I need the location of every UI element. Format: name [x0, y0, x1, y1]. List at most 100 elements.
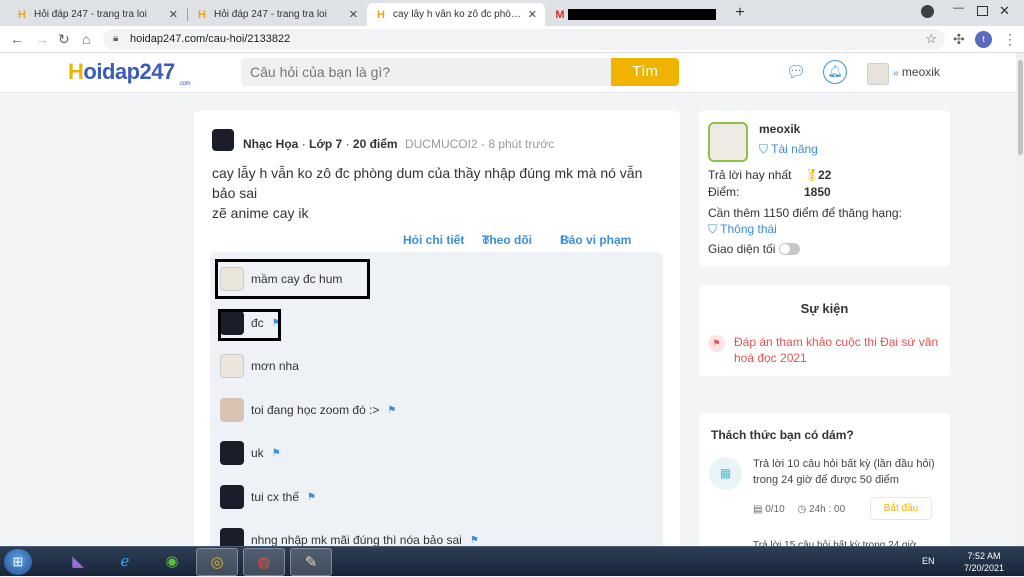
search-button[interactable]: Tìm [611, 58, 679, 86]
bell-icon[interactable]: 🔔︎ [823, 60, 847, 84]
profile-name[interactable]: meoxik [759, 122, 800, 136]
app-icon[interactable]: ◍ [243, 548, 285, 576]
redacted-bar [568, 9, 716, 20]
medal-icon: ⛉ [759, 142, 769, 156]
browser-tab[interactable]: H Hỏi đáp 247 - trang tra loi ✕ [188, 3, 366, 26]
paint-icon[interactable]: ✎ [290, 548, 332, 576]
report-flag-icon[interactable]: ⚑ [272, 448, 281, 459]
badge-icon: ⛉ [708, 222, 718, 236]
reload-icon[interactable]: ↻ [58, 31, 70, 48]
tab-title: cay lẫy h vẫn ko zô đc phòng dum [393, 9, 522, 20]
dark-mode-label: Giao diện tối [708, 242, 776, 256]
grid-icon: ▦ [709, 457, 742, 490]
event-card: Sự kiện ⚑ Đáp án tham khảo cuộc thi Đại … [699, 285, 950, 376]
language-indicator[interactable]: EN [922, 556, 935, 566]
question-meta: Nhạc Họa · Lớp 7 · 20 điểm DUCMUCOI2 - 8… [243, 137, 555, 151]
event-title: Sự kiện [800, 301, 849, 316]
lock-icon: 🔒︎ [113, 33, 119, 44]
back-arrow-icon[interactable]: ← [10, 31, 24, 47]
subject-link[interactable]: Nhạc Họa [243, 137, 298, 151]
browser-tab[interactable]: M [546, 3, 724, 26]
app-icon[interactable]: ◉ [151, 548, 193, 576]
chat-icon[interactable]: 💬︎ [786, 62, 806, 82]
windows-taskbar: ⊞ ◣ ℯ ◉ ◎ ◍ ✎ EN 7:52 AM 7/20/2021 [0, 546, 1024, 576]
close-tab-icon[interactable]: ✕ [169, 8, 178, 21]
best-answers-row: Trả lời hay nhất 🏅︎ 22 [708, 168, 832, 182]
challenge-meta: ▤ 0/10 ◷ 24h : 00 [753, 504, 846, 515]
medal-icon: 🏅︎ [804, 168, 820, 182]
scrollbar-thumb[interactable] [1018, 60, 1023, 155]
document-icon: ▤ [753, 504, 763, 515]
restore-icon[interactable] [977, 6, 988, 16]
window-close-icon[interactable]: ✕ [999, 3, 1010, 19]
clock-icon: ◷ [797, 504, 807, 515]
browser-toolbar: ← → ↻ ⌂ 🔒︎ hoidap247.com/cau-hoi/2133822… [0, 26, 1024, 53]
comment-text: tui cx thế [251, 490, 300, 504]
report-flag-icon[interactable]: ⚑ [387, 405, 396, 416]
challenge-text: Trả lời 10 câu hỏi bất kỳ (lần đầu hỏi) … [753, 458, 935, 486]
new-tab-plus-icon[interactable]: + [731, 4, 749, 22]
avatar[interactable] [220, 398, 244, 422]
avatar[interactable] [867, 63, 889, 85]
rank-badge: ⛉ Tài năng [759, 142, 818, 156]
tab-title: Hỏi đáp 247 - trang tra loi [34, 9, 147, 20]
windows-start-icon[interactable]: ⊞ [4, 549, 32, 575]
browser-menu-icon[interactable]: ⋮ [1003, 31, 1017, 48]
flag-icon: ⚑ [708, 335, 725, 352]
grade-link[interactable]: Lớp 7 [309, 137, 342, 151]
close-tab-icon[interactable]: ✕ [528, 8, 537, 21]
avatar[interactable] [212, 129, 234, 151]
comment-text: uk [251, 446, 264, 460]
profile-avatar[interactable]: t [975, 31, 992, 48]
close-tab-icon[interactable]: ✕ [349, 8, 358, 21]
start-challenge-button[interactable]: Bắt đầu [870, 497, 932, 520]
search-input[interactable] [241, 58, 611, 86]
comment-text: toi đang học zoom đó :> [251, 403, 380, 417]
site-header: Hoidap247.com Tìm 💬︎ 🔔︎ » meoxik [0, 53, 1024, 93]
question-text: cay lẫy h vẫn ko zô đc phòng dum của thầ… [212, 165, 643, 221]
tab-title: Hỏi đáp 247 - trang tra loi [214, 9, 327, 20]
post-time: 8 phút trước [488, 137, 555, 151]
gmail-favicon-icon: M [555, 8, 565, 21]
chevron-down-icon: » [893, 68, 899, 79]
home-icon[interactable]: ⌂ [82, 31, 90, 47]
comment-item: tui cx thế ⚑ [220, 484, 316, 510]
comment-item: toi đang học zoom đó :> ⚑ [220, 397, 396, 423]
tab-search-icon[interactable] [921, 5, 934, 18]
site-logo[interactable]: Hoidap247 .com [68, 59, 191, 87]
internet-explorer-icon[interactable]: ℯ [104, 548, 146, 576]
browser-tab[interactable]: H Hỏi đáp 247 - trang tra loi ✕ [8, 3, 186, 26]
hoidap-favicon-icon: H [18, 8, 26, 21]
chrome-icon[interactable]: ◎ [196, 548, 238, 576]
event-link[interactable]: Đáp án tham khảo cuộc thi Đại sứ văn hoá… [734, 334, 939, 366]
avatar[interactable] [220, 354, 244, 378]
comment-item: mơn nha [220, 353, 299, 379]
profile-card: meoxik ⛉ Tài năng Trả lời hay nhất 🏅︎ 22… [699, 111, 950, 266]
browser-tab-active[interactable]: H cay lẫy h vẫn ko zô đc phòng dum ✕ [367, 3, 545, 26]
avatar[interactable] [220, 485, 244, 509]
comment-text: mơn nha [251, 359, 299, 373]
url-text[interactable]: hoidap247.com/cau-hoi/2133822 [130, 33, 290, 45]
dark-mode-toggle[interactable] [779, 243, 800, 255]
minimize-icon[interactable]: — [953, 2, 964, 14]
highlight-box [218, 309, 281, 341]
challenge-card: Thách thức bạn có dám? ▦ Trả lời 10 câu … [699, 413, 950, 553]
avatar[interactable] [220, 441, 244, 465]
visual-studio-icon[interactable]: ◣ [57, 548, 99, 576]
report-flag-icon[interactable]: ⚑ [307, 492, 316, 503]
ask-detail-button[interactable]: Hỏi chi tiết [403, 233, 464, 247]
bookmark-star-icon[interactable]: ☆ [925, 31, 937, 47]
system-clock[interactable]: 7:52 AM 7/20/2021 [958, 550, 1010, 574]
points-row: Điểm: 1850 [708, 185, 831, 199]
username-dropdown[interactable]: » meoxik [893, 65, 940, 79]
extensions-puzzle-icon[interactable]: ✣ [953, 31, 965, 48]
comment-text: nhng nhập mk mãi đúng thì nóa bảo sai [251, 533, 462, 547]
points-value: 20 điểm [352, 137, 398, 151]
author-name[interactable]: DUCMUCOI2 [405, 137, 478, 151]
address-bar[interactable]: 🔒︎ hoidap247.com/cau-hoi/2133822 ☆ [103, 29, 945, 50]
comment-item: uk ⚑ [220, 440, 281, 466]
report-flag-icon[interactable]: ⚑ [470, 535, 479, 546]
forward-arrow-icon[interactable]: → [35, 31, 49, 47]
avatar[interactable] [708, 122, 748, 162]
highlight-box [215, 259, 370, 299]
